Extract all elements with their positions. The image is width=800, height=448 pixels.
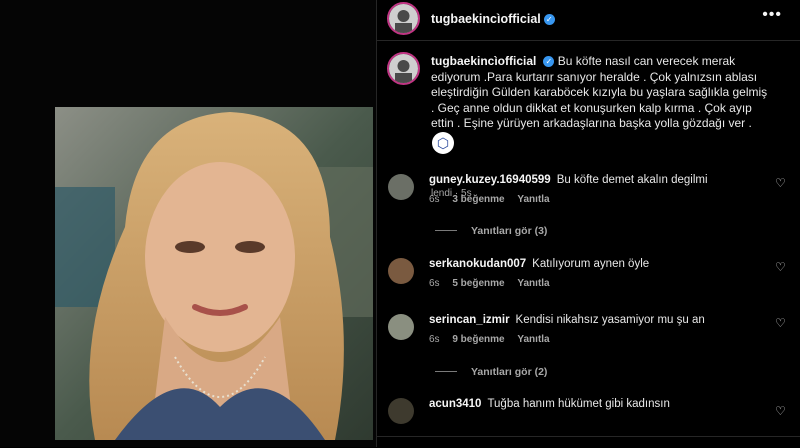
portrait-illustration bbox=[55, 107, 373, 440]
author-avatar[interactable] bbox=[387, 2, 420, 35]
comment-text: Kendisi nikahsız yasamiyor mu şu an bbox=[515, 314, 705, 326]
caption-username[interactable]: tugbaekincìofficial bbox=[431, 54, 536, 68]
comment-username[interactable]: serincan_izmir bbox=[429, 314, 510, 326]
comment-item: guney.kuzey.16940599 Bu köfte demet akalı… bbox=[377, 174, 800, 214]
caption-author-avatar[interactable] bbox=[387, 52, 420, 85]
author-username[interactable]: tugbaekincìofficial bbox=[431, 12, 541, 26]
comment-item: serkanokudan007 Katılıyorum aynen öyle 6s… bbox=[377, 258, 800, 298]
reply-button[interactable]: Yanıtla bbox=[517, 278, 549, 289]
post-media-pane bbox=[0, 0, 376, 447]
post-header: tugbaekincìofficial ✓ ••• bbox=[377, 0, 800, 41]
comment-item: acun3410 Tuğba hanım hükümet gibi kadınsı… bbox=[377, 398, 800, 438]
comment-text: Katılıyorum aynen öyle bbox=[532, 258, 650, 270]
reply-button[interactable]: Yanıtla bbox=[517, 194, 549, 205]
verified-badge-icon: ✓ bbox=[543, 56, 555, 67]
caption-text: tugbaekincìofficial ✓ Bu köfte nasıl can … bbox=[431, 54, 771, 132]
view-replies-button[interactable]: Yanıtları gör (2) bbox=[435, 366, 547, 378]
heart-icon[interactable]: ♡ bbox=[775, 260, 786, 274]
commenter-avatar[interactable] bbox=[388, 398, 414, 424]
comment-text: Tuğba hanım hükümet gibi kadınsın bbox=[487, 398, 670, 410]
reply-button[interactable]: Yanıtla bbox=[517, 334, 549, 345]
view-replies-button[interactable]: Yanıtları gör (3) bbox=[435, 225, 547, 237]
commenter-avatar[interactable] bbox=[388, 258, 414, 284]
more-options-icon[interactable]: ••• bbox=[762, 6, 782, 24]
verified-badge-icon: ✓ bbox=[543, 14, 555, 25]
commenter-avatar[interactable] bbox=[388, 174, 414, 200]
comment-likes[interactable]: 3 beğenme bbox=[452, 194, 504, 205]
post-photo[interactable] bbox=[55, 107, 373, 440]
comment-username[interactable]: acun3410 bbox=[429, 398, 481, 410]
heart-icon[interactable]: ♡ bbox=[775, 176, 786, 190]
comment-time: 6s bbox=[429, 334, 440, 345]
action-bar bbox=[377, 436, 800, 448]
comment-time: 6s bbox=[429, 194, 440, 205]
comment-likes[interactable]: 9 beğenme bbox=[452, 334, 504, 345]
heart-icon[interactable]: ♡ bbox=[775, 316, 786, 330]
comment-time: 6s bbox=[429, 278, 440, 289]
commenter-avatar[interactable] bbox=[388, 314, 414, 340]
comment-likes[interactable]: 5 beğenme bbox=[452, 278, 504, 289]
comment-text: Bu köfte demet akalın degilmi bbox=[556, 174, 708, 186]
comment-item: serincan_izmir Kendisi nikahsız yasamiyor… bbox=[377, 314, 800, 354]
heart-icon[interactable]: ♡ bbox=[775, 404, 786, 418]
comment-username[interactable]: serkanokudan007 bbox=[429, 258, 526, 270]
translate-badge-icon[interactable]: ⬡ bbox=[432, 132, 454, 154]
post-details-pane: tugbaekincìofficial ✓ ••• tugbaekincìoffi… bbox=[377, 0, 800, 447]
comment-username[interactable]: guney.kuzey.16940599 bbox=[429, 174, 551, 186]
